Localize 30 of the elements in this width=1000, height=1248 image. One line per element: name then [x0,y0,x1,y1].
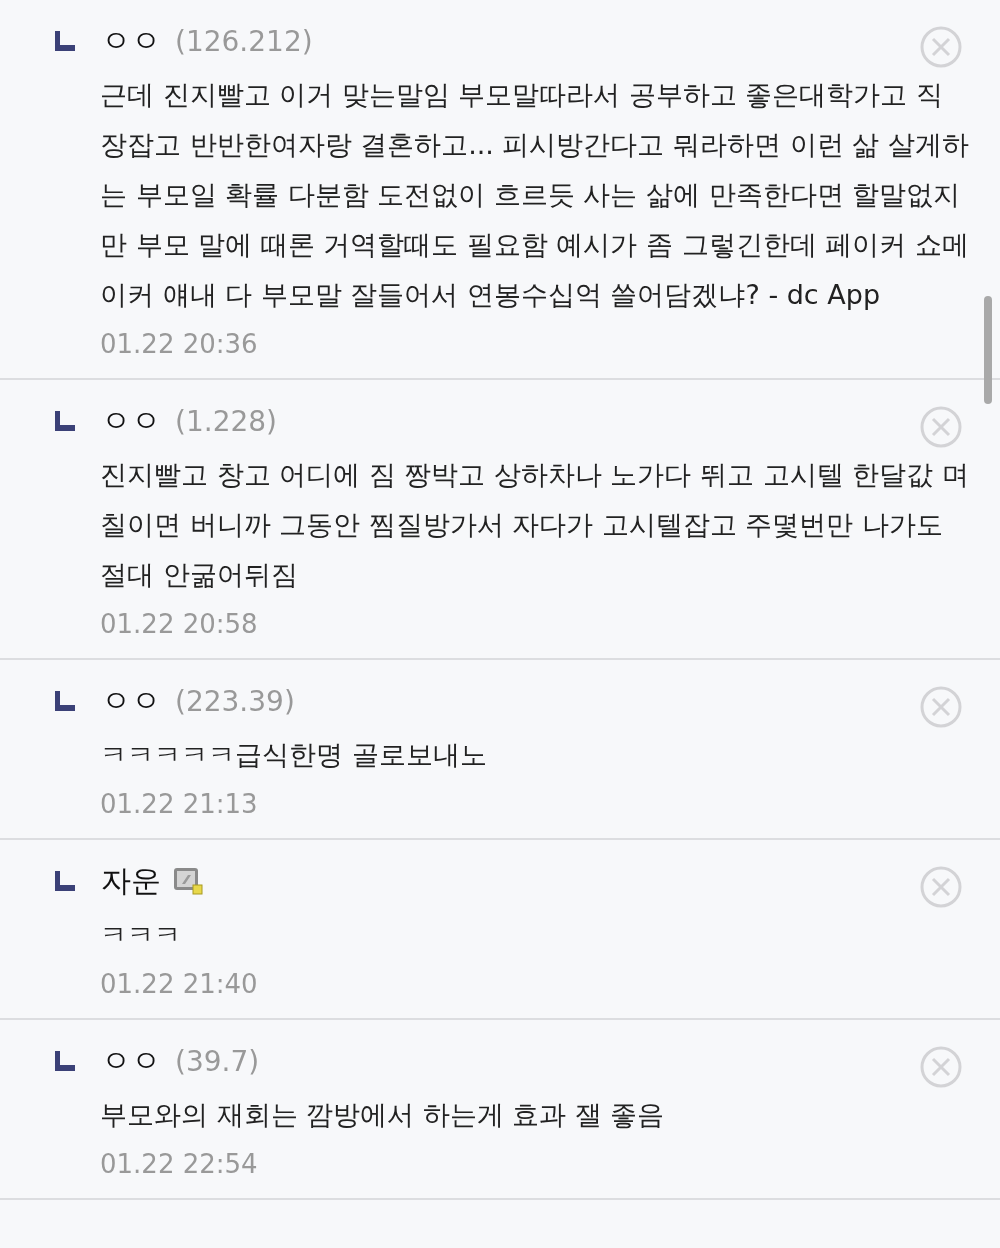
comment-text: 근데 진지빨고 이거 맞는말임 부모말따라서 공부하고 좋은대학가고 직장잡고 반반한여자랑 결혼하고... 피시방간다고 뭐라하면 이런 삶 살게하는 부모일 확률 다분함 도전없이 흐르듯 사는 삶에 만족한다면 할말없지만 부모 말에 때론 거역할때도 필요함 예시가 좀 그렇긴한데 페이커 쇼메이커 얘내 다 부모말 잘들어서 연봉수십억 쓸어담겠냐? - dc App [100,78,970,312]
reply-arrow-icon [53,1051,75,1071]
author-name: ㅇㅇ [101,21,161,60]
comment-text: 진지빨고 창고 어디에 짐 짱박고 상하차나 노가다 뛰고 고시텔 한달값 며칠이면 버니까 그동안 찜질방가서 자다가 고시텔잡고 주몇번만 나가도 절대 안굶어뒤짐 [100,458,970,592]
ip-address: (39.7) [175,1044,260,1078]
ip-address: (1.228) [175,404,277,438]
reply-arrow-icon [53,691,75,711]
reply-arrow-icon [53,31,75,51]
delete-icon[interactable] [920,406,962,448]
author-name: ㅇㅇ [101,401,161,440]
delete-icon[interactable] [920,1046,962,1088]
ip-address: (126.212) [175,24,313,58]
author-name: ㅇㅇ [101,681,161,720]
delete-icon[interactable] [920,866,962,908]
comment-date: 01.22 22:54 [100,1148,259,1181]
delete-icon[interactable] [920,26,962,68]
comment-text: ㅋㅋㅋ [100,918,182,952]
comment-date: 01.22 20:36 [100,328,259,361]
comment-text: ㅋㅋㅋㅋㅋ급식한명 골로보내노 [100,738,488,772]
ip-address: (223.39) [175,684,295,718]
delete-icon[interactable] [920,686,962,728]
reply-arrow-icon [53,871,75,891]
author-name: 자운 [101,861,161,900]
scrollbar[interactable] [984,296,992,404]
comment-date: 01.22 21:40 [100,968,259,1001]
comment-date: 01.22 20:58 [100,608,259,641]
reply-arrow-icon [53,411,75,431]
author-name: ㅇㅇ [101,1041,161,1080]
comment-date: 01.22 21:13 [100,788,259,821]
comment-text: 부모와의 재회는 깜방에서 하는게 효과 잴 좋음 [100,1098,666,1132]
